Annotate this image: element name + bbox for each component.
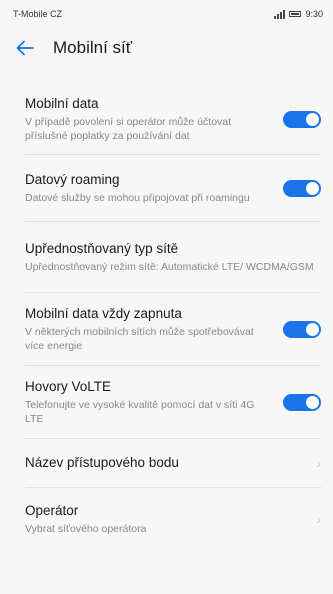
setting-volte-calls[interactable]: Hovory VoLTE Telefonujte ve vysoké kvali… — [0, 366, 333, 438]
setting-texts: Název přístupového bodu — [25, 454, 179, 472]
volte-toggle[interactable] — [283, 393, 321, 411]
carrier-label: T-Mobile CZ — [13, 9, 63, 19]
back-button[interactable] — [13, 36, 37, 60]
setting-texts: Datový roaming Datové služby se mohou př… — [25, 171, 250, 206]
signal-icon — [274, 9, 286, 19]
toggle-knob — [306, 322, 319, 336]
data-roaming-toggle[interactable] — [283, 179, 321, 197]
setting-title: Název přístupového bodu — [25, 455, 179, 470]
toggle-knob — [306, 112, 319, 126]
battery-icon — [289, 11, 302, 17]
status-time: 9:30 — [305, 9, 323, 19]
chevron-right-icon: › — [316, 511, 321, 527]
status-icons: 9:30 — [274, 9, 323, 19]
page-title: Mobilní síť — [53, 38, 133, 57]
setting-description: Datové služby se mohou připojovat při ro… — [25, 191, 250, 204]
setting-title: Upřednostňovaný typ sítě — [25, 240, 179, 256]
setting-description: V případě povolení si operátor může účto… — [25, 116, 232, 142]
mobile-data-always-on-toggle[interactable] — [283, 320, 321, 338]
setting-texts: Mobilní data vždy zapnuta V některých mo… — [25, 305, 265, 353]
setting-title: Mobilní data vždy zapnuta — [25, 306, 182, 321]
toggle-knob — [306, 181, 319, 195]
settings-list: Mobilní data V případě povolení si operá… — [0, 84, 333, 550]
setting-texts: Hovory VoLTE Telefonujte ve vysoké kvali… — [25, 378, 265, 426]
status-bar: T-Mobile CZ 9:30 — [0, 0, 333, 28]
setting-title: Mobilní data — [25, 96, 99, 111]
setting-preferred-network-type[interactable]: Upřednostňovaný typ sítě Upřednostňovaný… — [0, 222, 333, 292]
setting-mobile-data-always-on[interactable]: Mobilní data vždy zapnuta V některých mo… — [0, 293, 333, 365]
chevron-right-icon: › — [316, 455, 321, 471]
setting-operator[interactable]: Operátor Vybrat síťového operátora › — [0, 488, 333, 550]
setting-description: Upřednostňovaný režim sítě: Automatické … — [25, 260, 314, 273]
toggle-knob — [306, 395, 319, 409]
setting-description: Vybrat síťového operátora — [25, 522, 147, 535]
setting-access-point-name[interactable]: Název přístupového bodu › — [0, 439, 333, 487]
mobile-data-toggle[interactable] — [283, 110, 321, 128]
setting-texts: Operátor Vybrat síťového operátora — [25, 502, 146, 537]
app-header: Mobilní síť — [0, 28, 333, 68]
arrow-left-icon — [16, 40, 34, 56]
setting-data-roaming[interactable]: Datový roaming Datové služby se mohou př… — [0, 155, 333, 221]
setting-mobile-data[interactable]: Mobilní data V případě povolení si operá… — [0, 84, 333, 154]
setting-title: Hovory VoLTE — [25, 379, 112, 394]
setting-title: Datový roaming — [25, 171, 120, 187]
setting-description: V některých mobilních sítích může spotře… — [25, 326, 254, 352]
setting-title: Operátor — [25, 502, 79, 518]
setting-description: Telefonujte ve vysoké kvalitě pomocí dat… — [25, 399, 255, 425]
setting-texts: Upřednostňovaný typ sítě Upřednostňovaný… — [25, 240, 314, 275]
setting-texts: Mobilní data V případě povolení si operá… — [25, 95, 265, 143]
